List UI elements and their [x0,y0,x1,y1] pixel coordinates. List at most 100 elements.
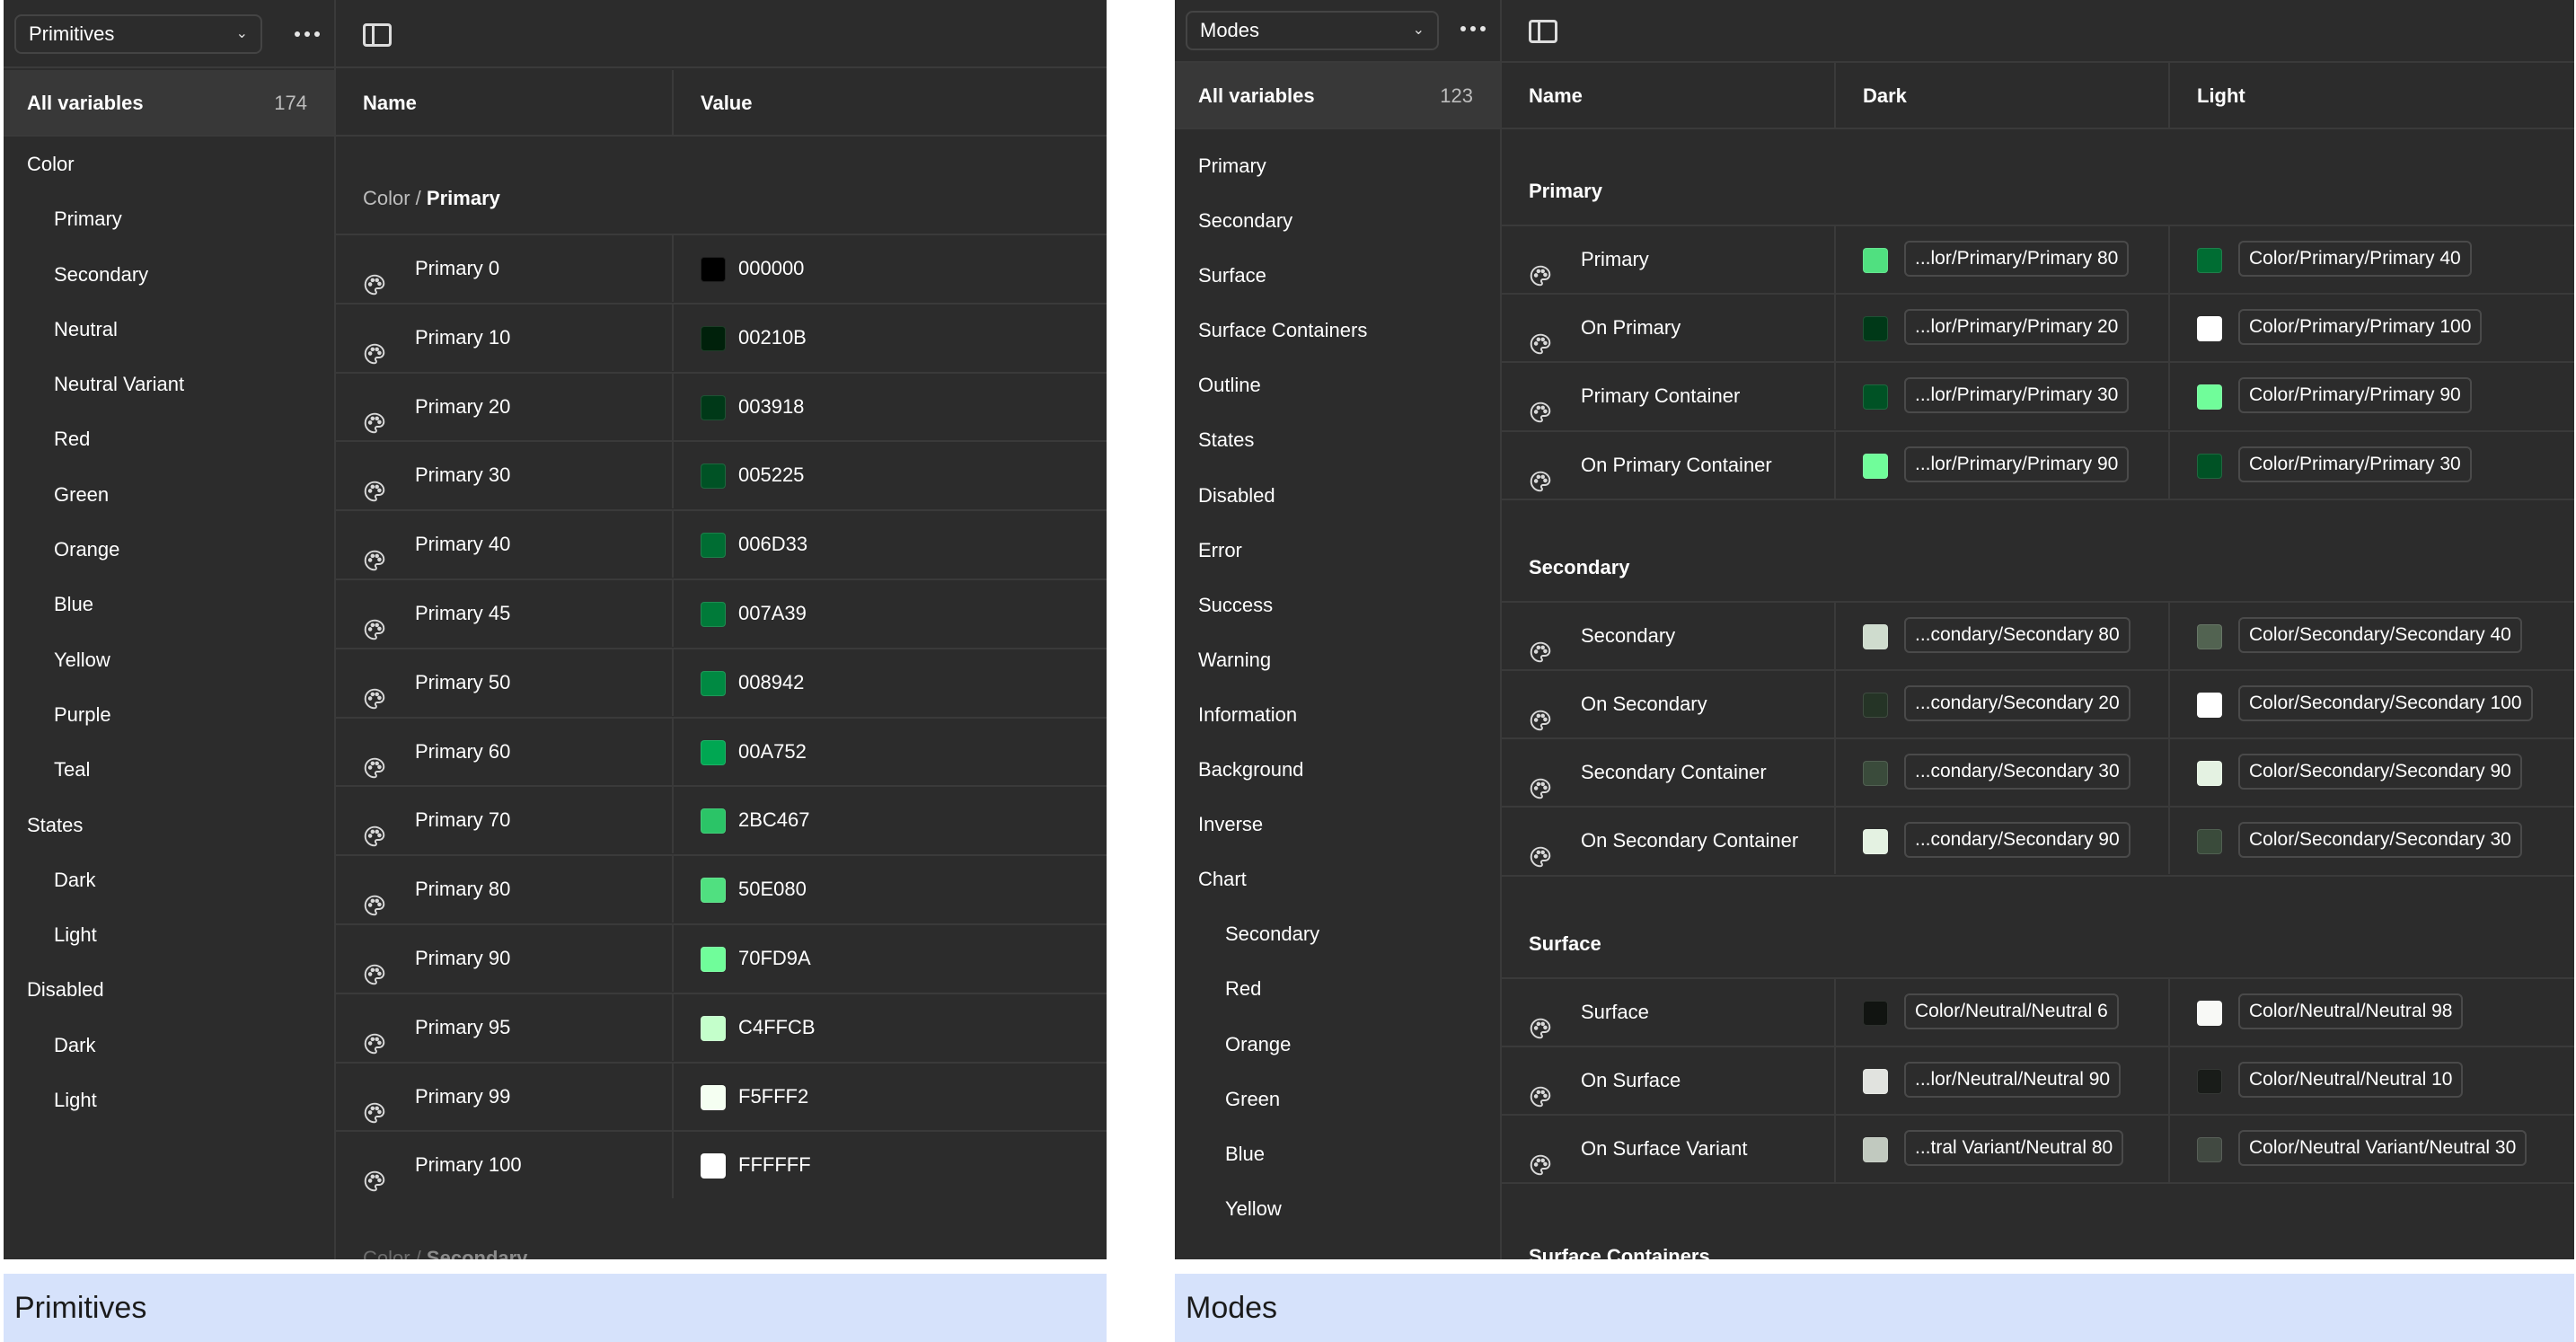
sidebar-item[interactable]: Purple [4,687,334,742]
variable-value-cell[interactable]: F5FFF2 [674,1064,1105,1130]
sidebar-item[interactable]: Outline [1175,358,1500,412]
alias-chip[interactable]: ...lor/Primary/Primary 90 [1904,446,2130,482]
more-options-icon[interactable] [1455,13,1491,45]
alias-chip[interactable]: Color/Primary/Primary 100 [2238,309,2483,346]
dark-value-cell[interactable]: ...condary/Secondary 90 [1836,808,2170,875]
alias-chip[interactable]: Color/Secondary/Secondary 90 [2238,754,2522,790]
table-row[interactable]: Primary 90 70FD9A [336,923,1107,992]
sidebar-item[interactable]: Light [4,907,334,962]
variable-value-cell[interactable]: 007A39 [674,580,1105,647]
light-value-cell[interactable]: Color/Neutral/Neutral 98 [2170,979,2574,1046]
sidebar-item[interactable]: Warning [1175,632,1500,687]
alias-chip[interactable]: Color/Neutral Variant/Neutral 30 [2238,1130,2527,1166]
all-variables-item[interactable]: All variables 123 [1175,63,1500,129]
alias-chip[interactable]: Color/Neutral/Neutral 6 [1904,993,2119,1029]
sidebar-item[interactable]: Yellow [1175,1181,1500,1236]
sidebar-item[interactable]: Chart [1175,852,1500,906]
variable-value-cell[interactable]: 70FD9A [674,925,1105,992]
table-row[interactable]: Primary 99 F5FFF2 [336,1061,1107,1130]
column-header-light[interactable]: Light [2170,63,2574,129]
light-value-cell[interactable]: Color/Primary/Primary 90 [2170,363,2574,429]
table-row[interactable]: Primary 10 00210B [336,302,1107,371]
dark-value-cell[interactable]: ...lor/Primary/Primary 90 [1836,431,2170,499]
light-value-cell[interactable]: Color/Neutral Variant/Neutral 30 [2170,1116,2574,1182]
light-value-cell[interactable]: Color/Secondary/Secondary 30 [2170,808,2574,874]
sidebar-item[interactable]: Secondary [4,247,334,302]
sidebar-item[interactable]: Background [1175,742,1500,797]
column-header-name[interactable]: Name [1502,63,1836,129]
alias-chip[interactable]: Color/Neutral/Neutral 10 [2238,1061,2464,1098]
column-header-name[interactable]: Name [336,70,674,137]
variable-value-cell[interactable]: 00A752 [674,719,1105,785]
table-row[interactable]: Primary 30 005225 [336,440,1107,509]
table-row[interactable]: Secondary ...condary/Secondary 80 Color/Se… [1502,600,2574,669]
alias-chip[interactable]: Color/Primary/Primary 90 [2238,377,2472,414]
table-row[interactable]: Primary 80 50E080 [336,854,1107,923]
table-row[interactable]: Primary 20 003918 [336,371,1107,440]
sidebar-item[interactable]: Information [1175,687,1500,742]
variable-value-cell[interactable]: 006D33 [674,511,1105,578]
alias-chip[interactable]: Color/Primary/Primary 30 [2238,446,2472,482]
table-row[interactable]: Primary 70 2BC467 [336,785,1107,854]
sidebar-item[interactable]: Inverse [1175,797,1500,852]
dark-value-cell[interactable]: ...lor/Primary/Primary 80 [1836,226,2170,293]
alias-chip[interactable]: Color/Secondary/Secondary 100 [2238,685,2533,721]
table-row[interactable]: Primary 45 007A39 [336,578,1107,647]
sidebar-item[interactable]: Yellow [4,632,334,687]
dark-value-cell[interactable]: ...lor/Primary/Primary 30 [1836,363,2170,430]
table-row[interactable]: On Secondary ...condary/Secondary 20 Color… [1502,669,2574,737]
collection-dropdown[interactable]: Primitives ⌄ [14,14,262,54]
alias-chip[interactable]: ...condary/Secondary 90 [1904,822,2130,859]
table-row[interactable]: Primary 0 000000 [336,234,1107,302]
variable-value-cell[interactable]: 2BC467 [674,787,1105,853]
alias-chip[interactable]: ...condary/Secondary 20 [1904,685,2130,721]
alias-chip[interactable]: ...tral Variant/Neutral 80 [1904,1130,2124,1166]
table-row[interactable]: Secondary Container ...condary/Secondary … [1502,737,2574,807]
sidebar-item[interactable]: Neutral [4,302,334,357]
table-row[interactable]: Primary 95 C4FFCB [336,992,1107,1061]
dark-value-cell[interactable]: ...condary/Secondary 30 [1836,739,2170,807]
table-row[interactable]: On Secondary Container ...condary/Seconda… [1502,806,2574,875]
light-value-cell[interactable]: Color/Primary/Primary 100 [2170,295,2574,361]
sidebar-item[interactable]: Blue [4,577,334,631]
alias-chip[interactable]: ...lor/Neutral/Neutral 90 [1904,1061,2122,1098]
alias-chip[interactable]: ...lor/Primary/Primary 30 [1904,377,2130,414]
sidebar-item[interactable]: Green [1175,1072,1500,1126]
sidebar-item[interactable]: Dark [4,852,334,907]
light-value-cell[interactable]: Color/Primary/Primary 40 [2170,226,2574,293]
dark-value-cell[interactable]: Color/Neutral/Neutral 6 [1836,978,2170,1046]
sidebar-item[interactable]: Green [4,467,334,522]
alias-chip[interactable]: Color/Secondary/Secondary 30 [2238,822,2522,859]
sidebar-item[interactable]: Primary [4,191,334,246]
dark-value-cell[interactable]: ...condary/Secondary 80 [1836,602,2170,669]
sidebar-item[interactable]: Success [1175,578,1500,632]
table-row[interactable]: Primary 60 00A752 [336,716,1107,785]
sidebar-item[interactable]: Red [1175,961,1500,1016]
table-row[interactable]: On Primary ...lor/Primary/Primary 20 Color… [1502,293,2574,362]
variable-value-cell[interactable]: 00210B [674,305,1105,371]
sidebar-item[interactable]: Secondary [1175,906,1500,961]
sidebar-item[interactable]: Color [4,137,334,191]
sidebar-toggle-icon[interactable] [1529,20,1557,43]
alias-chip[interactable]: ...condary/Secondary 80 [1904,616,2130,653]
sidebar-item[interactable]: Red [4,411,334,466]
variable-value-cell[interactable]: FFFFFF [674,1132,1105,1198]
table-row[interactable]: Primary Container ...lor/Primary/Primary … [1502,361,2574,430]
table-row[interactable]: Surface Color/Neutral/Neutral 6 Color/Neut… [1502,976,2574,1046]
light-value-cell[interactable]: Color/Secondary/Secondary 90 [2170,739,2574,806]
sidebar-item[interactable]: Primary [1175,138,1500,193]
more-options-icon[interactable] [289,18,325,50]
sidebar-item[interactable]: Disabled [1175,468,1500,523]
sidebar-item[interactable]: Orange [4,522,334,577]
sidebar-item[interactable]: Dark [4,1018,334,1073]
sidebar-toggle-icon[interactable] [363,23,392,47]
dark-value-cell[interactable]: ...lor/Primary/Primary 20 [1836,295,2170,362]
sidebar-item[interactable]: Disabled [4,962,334,1017]
sidebar-item[interactable]: Teal [4,742,334,797]
table-row[interactable]: Primary 100 FFFFFF [336,1130,1107,1199]
table-row[interactable]: Primary 40 006D33 [336,509,1107,578]
table-row[interactable]: Primary 50 008942 [336,647,1107,716]
sidebar-item[interactable]: States [4,798,334,852]
sidebar-item[interactable]: Orange [1175,1017,1500,1072]
variable-value-cell[interactable]: 003918 [674,374,1105,440]
